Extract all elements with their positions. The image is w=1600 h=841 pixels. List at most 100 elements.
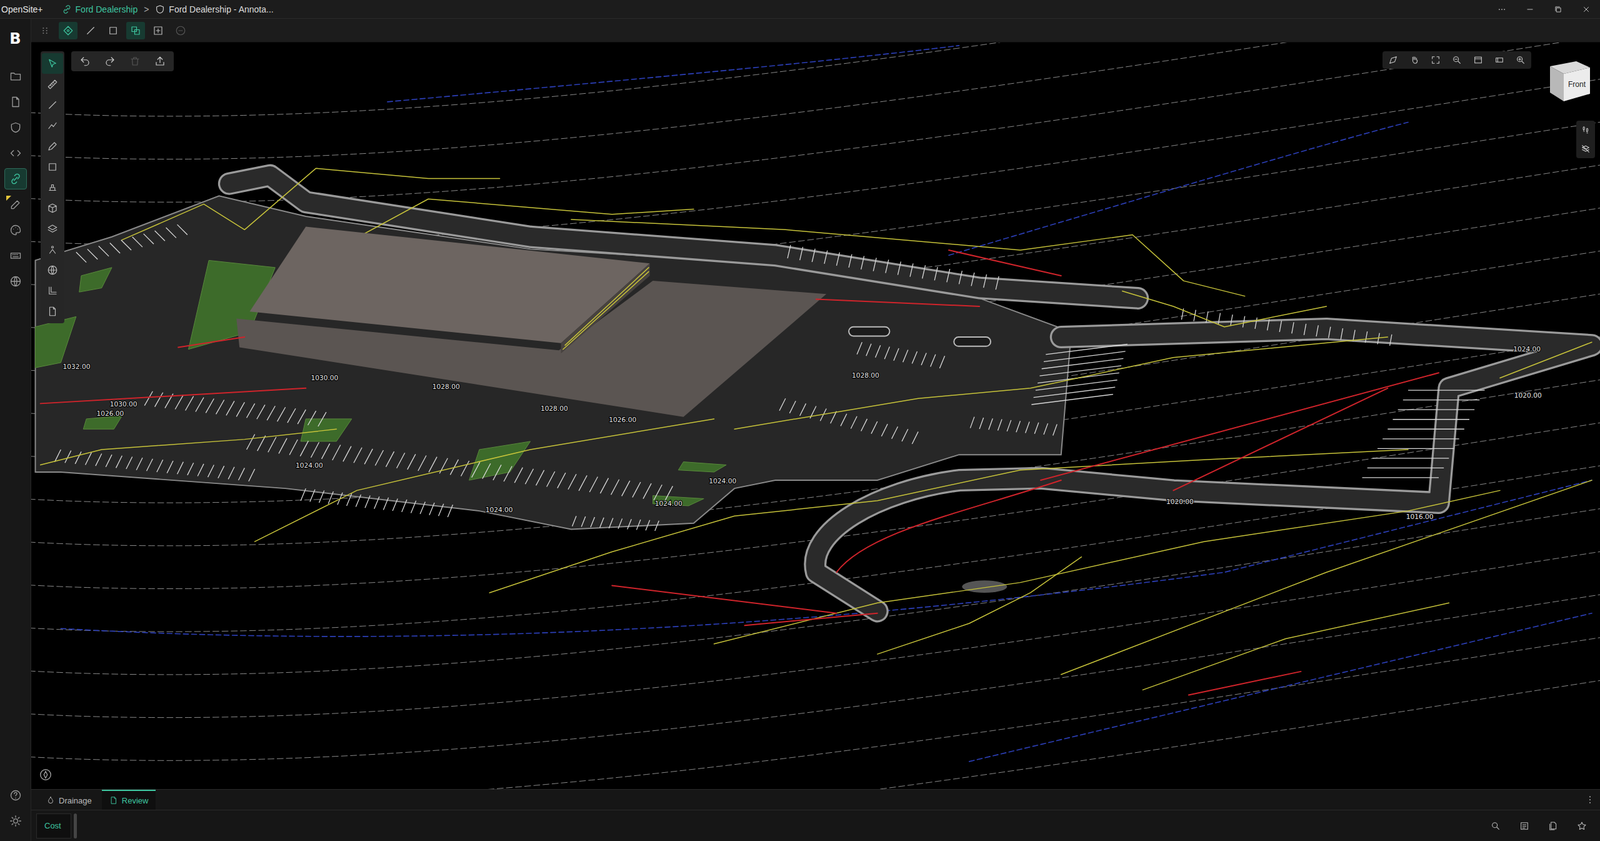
trash-icon xyxy=(129,55,141,67)
mode-button[interactable] xyxy=(126,21,145,40)
zoomwin-button[interactable] xyxy=(1446,51,1468,69)
app-logo[interactable]: B xyxy=(9,30,21,48)
tool-button[interactable] xyxy=(41,73,64,95)
parking-stripe xyxy=(392,498,398,511)
tool-button[interactable] xyxy=(41,156,64,177)
grip-icon[interactable] xyxy=(40,25,50,36)
compass-icon[interactable] xyxy=(38,767,53,782)
rail-item[interactable] xyxy=(4,219,27,241)
rail-item[interactable] xyxy=(4,91,27,113)
mode-button[interactable] xyxy=(148,21,168,40)
minimize-button[interactable] xyxy=(1515,0,1544,19)
parking-stripe xyxy=(636,519,641,530)
minuscircle-icon xyxy=(175,25,187,37)
more-button[interactable] xyxy=(1487,0,1516,19)
tool-button[interactable] xyxy=(41,238,64,260)
hand-button[interactable] xyxy=(1403,51,1425,69)
zoomall-icon xyxy=(1515,55,1526,65)
walk-button[interactable] xyxy=(1576,120,1595,140)
parking-stripe xyxy=(374,496,380,509)
viewport[interactable]: 1032.001030.001028.001030.001026.001028.… xyxy=(31,42,1600,789)
scrollbar[interactable] xyxy=(73,813,77,839)
tool-button[interactable] xyxy=(41,176,64,198)
tool-button[interactable] xyxy=(41,135,64,157)
mode-button[interactable] xyxy=(58,21,78,40)
list-button[interactable] xyxy=(1515,816,1534,835)
more-icon[interactable] xyxy=(1585,794,1595,805)
settings-button[interactable] xyxy=(4,810,27,832)
rect-icon xyxy=(46,161,59,173)
parking-stripe xyxy=(156,459,164,472)
rail-item[interactable] xyxy=(4,168,27,190)
trash-button[interactable] xyxy=(122,51,148,72)
target-icon xyxy=(62,25,74,37)
parking-stripe xyxy=(885,259,889,273)
help-button[interactable] xyxy=(4,784,27,806)
parking-stripe xyxy=(175,395,184,410)
parking-stripe xyxy=(208,465,215,478)
view-cube[interactable]: Front xyxy=(1541,57,1594,105)
parking-stripe xyxy=(143,233,154,244)
rail-item[interactable] xyxy=(4,142,27,164)
panel-actions xyxy=(1486,816,1600,835)
tool-button[interactable] xyxy=(41,53,64,74)
parking-stripe xyxy=(105,454,112,467)
tool-button[interactable] xyxy=(41,259,64,280)
star-button[interactable] xyxy=(1572,816,1592,835)
export-button[interactable] xyxy=(147,51,173,72)
fit-button[interactable] xyxy=(1425,51,1447,69)
close-button[interactable] xyxy=(1571,0,1600,19)
tool-button[interactable] xyxy=(41,280,64,301)
rail-item[interactable] xyxy=(4,65,27,87)
tool-palette xyxy=(40,51,65,324)
building[interactable] xyxy=(236,226,827,417)
rail-item[interactable] xyxy=(4,193,27,215)
parking-stripe xyxy=(632,481,641,498)
parking-stripe xyxy=(1408,389,1485,390)
panel-tab[interactable]: Review xyxy=(101,789,157,810)
window-controls xyxy=(1487,0,1600,19)
frame-button[interactable] xyxy=(1488,51,1510,69)
site-model[interactable]: 1032.001030.001028.001030.001026.001028.… xyxy=(31,42,1600,789)
parking-stripe xyxy=(1328,326,1331,339)
hide-layers-button[interactable] xyxy=(1576,139,1595,159)
parking-stripe xyxy=(471,461,480,478)
tool-button[interactable] xyxy=(41,94,64,115)
navigate-button[interactable] xyxy=(1382,51,1404,69)
parking-stripe xyxy=(218,465,225,479)
rail-item[interactable] xyxy=(4,245,27,267)
redo-button[interactable] xyxy=(97,51,123,72)
mode-button[interactable] xyxy=(81,21,100,40)
parking-stripe xyxy=(970,416,975,429)
restore-button[interactable] xyxy=(1543,0,1572,19)
tool-button[interactable] xyxy=(41,197,64,219)
rail-item[interactable] xyxy=(4,116,27,139)
parking-stripe xyxy=(401,499,407,512)
edit-icon xyxy=(9,198,22,211)
rail-item[interactable] xyxy=(4,270,27,292)
tool-button[interactable] xyxy=(41,218,64,239)
review-item[interactable]: Cost xyxy=(36,813,72,839)
parking-stripe xyxy=(328,491,334,504)
search-button[interactable] xyxy=(1486,816,1505,835)
parking-stripe xyxy=(226,400,235,415)
title-bar: OpenSite+Ford Dealership>Ford Dealership… xyxy=(0,0,1600,19)
tool-button[interactable] xyxy=(41,115,64,136)
tool-button[interactable] xyxy=(41,300,64,322)
survey-line xyxy=(40,428,337,465)
mode-button[interactable] xyxy=(171,21,190,40)
window-button[interactable] xyxy=(1467,51,1489,69)
zoomall-button[interactable] xyxy=(1510,51,1532,69)
panel-tab[interactable]: Drainage xyxy=(38,789,100,810)
parking-stripe xyxy=(268,436,277,453)
breadcrumb-item[interactable]: Ford Dealership - Annota... xyxy=(155,4,274,15)
undo-button[interactable] xyxy=(72,51,98,72)
parking-stripe xyxy=(493,464,502,480)
contour-label: 1030.00 xyxy=(110,400,138,409)
breadcrumb-item[interactable]: Ford Dealership xyxy=(61,4,139,15)
parking-stripe xyxy=(514,467,523,484)
restore-icon xyxy=(1553,5,1563,14)
mode-button[interactable] xyxy=(103,21,123,40)
docs-button[interactable] xyxy=(1543,816,1563,835)
parking-stripe xyxy=(438,503,444,517)
